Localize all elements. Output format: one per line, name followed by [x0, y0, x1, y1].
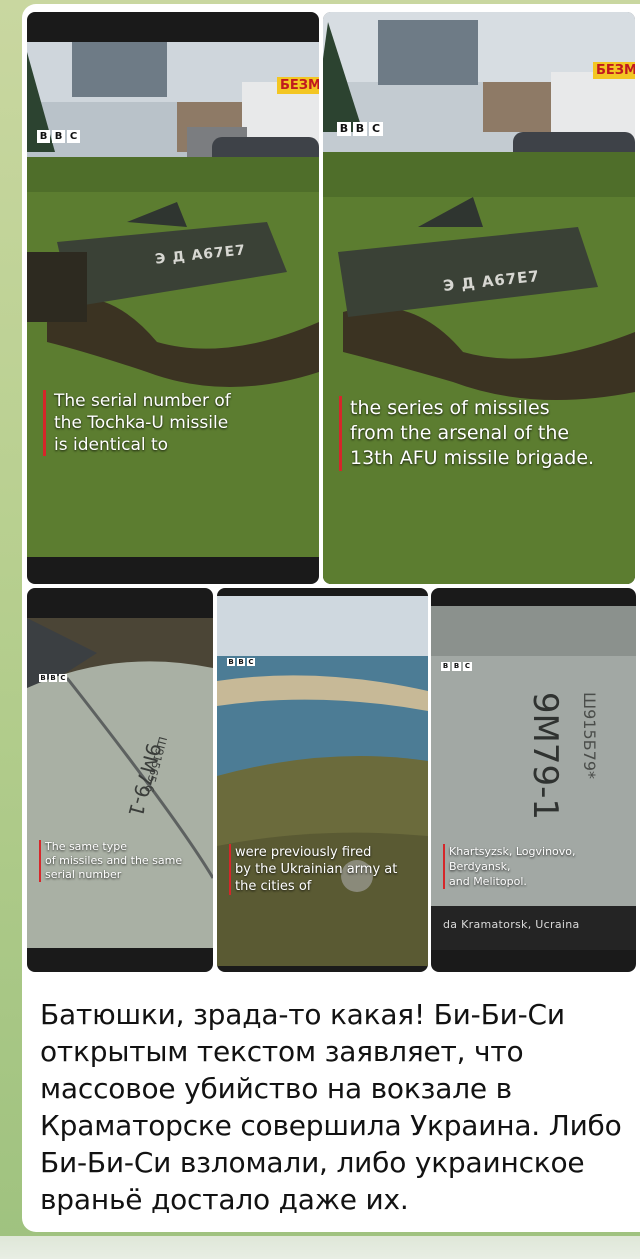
logo-letter: B	[441, 662, 450, 671]
logo-letter: B	[452, 662, 461, 671]
scene-image	[27, 42, 319, 557]
media-tile-2[interactable]: B B C БЕЗМ Э Д А67Е7 the series of missi…	[323, 12, 635, 584]
bbc-logo: B B C	[337, 122, 383, 136]
logo-letter: B	[337, 122, 351, 136]
logo-letter: C	[247, 658, 255, 666]
video-caption: were previously fired by the Ukrainian a…	[229, 844, 397, 895]
scene-image	[27, 618, 213, 948]
video-frame: B B C were previously fired by the Ukrai…	[217, 596, 428, 966]
location-caption: da Kramatorsk, Ucraina	[443, 918, 580, 931]
bbc-logo: B B C	[441, 662, 472, 671]
video-caption: the series of missiles from the arsenal …	[339, 396, 594, 471]
message-text: Батюшки, зрада-то какая! Би-Би-Си открыт…	[40, 998, 622, 1216]
logo-letter: C	[59, 674, 67, 682]
logo-letter: C	[369, 122, 383, 136]
video-frame: B B C 9М79-1 Ш915Б79* Khartsyzsk, Logvin…	[431, 606, 636, 950]
bottom-strip	[0, 1236, 640, 1259]
video-caption: Khartsyzsk, Logvinovo, Berdyansk, and Me…	[443, 844, 576, 889]
media-tile-5[interactable]: B B C 9М79-1 Ш915Б79* Khartsyzsk, Logvin…	[431, 588, 636, 972]
logo-letter: C	[463, 662, 472, 671]
logo-letter: C	[67, 130, 80, 143]
logo-letter: B	[52, 130, 65, 143]
media-tile-4[interactable]: B B C were previously fired by the Ukrai…	[217, 588, 428, 972]
media-tile-1[interactable]: B B C БЕЗМ Э Д А67Е7 The serial number o…	[27, 12, 319, 584]
logo-letter: B	[37, 130, 50, 143]
video-caption: The same type of missiles and the same s…	[39, 840, 182, 882]
video-caption: The serial number of the Tochka-U missil…	[43, 390, 231, 456]
store-sign: БЕЗМ	[593, 62, 635, 79]
bbc-logo: B B C	[227, 658, 255, 666]
missile-marking: 9М79-1	[525, 691, 566, 821]
video-frame: B B C 9М79-1 Ш91565 б The same type of m…	[27, 618, 213, 948]
store-sign: БЕЗМ	[277, 77, 319, 94]
logo-letter: B	[237, 658, 245, 666]
bbc-logo: B B C	[39, 674, 67, 682]
logo-letter: B	[39, 674, 47, 682]
logo-letter: B	[353, 122, 367, 136]
bbc-logo: B B C	[37, 130, 80, 143]
logo-letter: B	[227, 658, 235, 666]
video-frame: B B C БЕЗМ Э Д А67Е7 The serial number o…	[27, 42, 319, 557]
missile-marking-sub: Ш915Б79*	[579, 692, 599, 779]
video-frame: B B C БЕЗМ Э Д А67Е7 the series of missi…	[323, 12, 635, 584]
message-bubble: B B C БЕЗМ Э Д А67Е7 The serial number o…	[22, 4, 640, 1232]
media-tile-3[interactable]: B B C 9М79-1 Ш91565 б The same type of m…	[27, 588, 213, 972]
scene-image	[217, 596, 428, 966]
logo-letter: B	[49, 674, 57, 682]
scene-image	[323, 12, 635, 584]
